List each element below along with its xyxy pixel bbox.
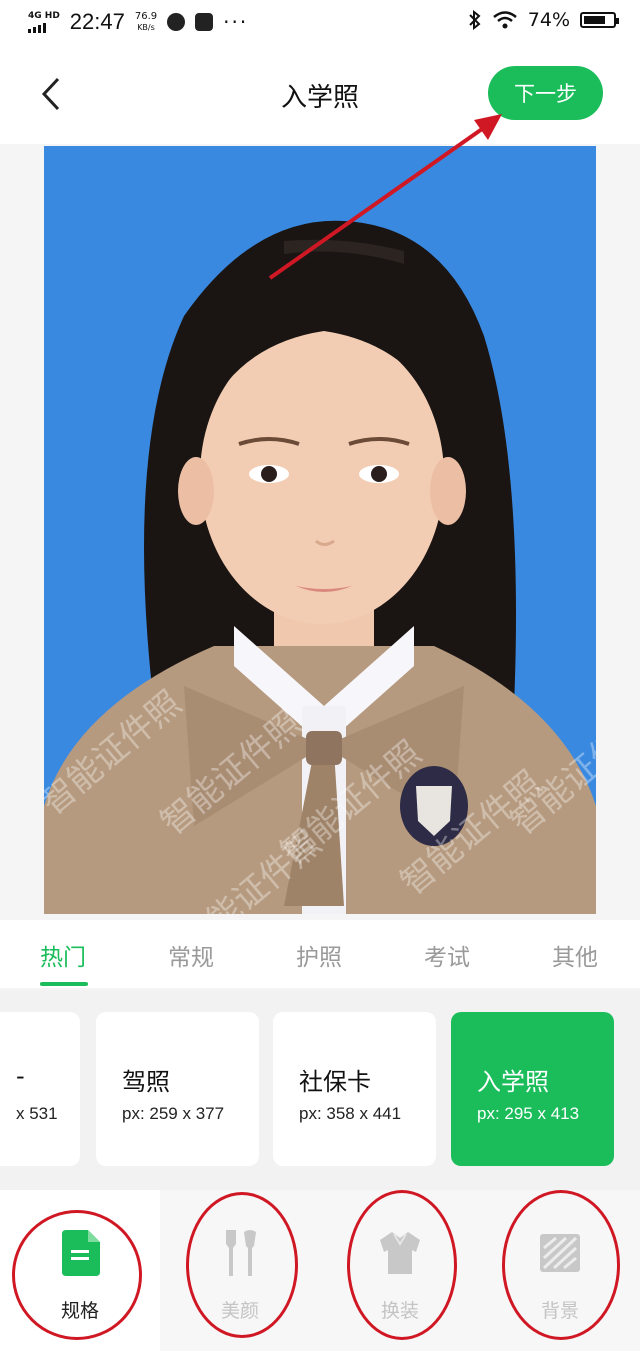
outfit-shirt-icon bbox=[380, 1232, 420, 1274]
size-card[interactable]: 社保卡 px: 358 x 441 bbox=[273, 1012, 436, 1166]
size-card-name: - bbox=[16, 1062, 25, 1090]
beauty-brush-icon bbox=[226, 1230, 256, 1276]
category-tabs: 热门 常规 护照 考试 其他 bbox=[0, 920, 640, 988]
more-notifications: ··· bbox=[223, 10, 249, 34]
tool-label: 美颜 bbox=[220, 1300, 259, 1322]
status-left: 4G HD 22:47 76.9 KB/s ··· bbox=[28, 9, 248, 35]
tool-spec[interactable]: 规格 bbox=[0, 1190, 160, 1351]
wifi-icon bbox=[492, 11, 517, 29]
network-label: 4G HD bbox=[28, 11, 60, 21]
tool-outfit[interactable]: 换装 bbox=[320, 1190, 480, 1351]
tool-background[interactable]: 背景 bbox=[480, 1190, 640, 1351]
size-card[interactable]: 驾照 px: 259 x 377 bbox=[96, 1012, 259, 1166]
status-time: 22:47 bbox=[69, 9, 125, 34]
tool-beauty[interactable]: 美颜 bbox=[160, 1190, 320, 1351]
tab-exam[interactable]: 考试 bbox=[424, 938, 470, 972]
tab-hot[interactable]: 热门 bbox=[40, 938, 86, 972]
tab-passport[interactable]: 护照 bbox=[296, 938, 342, 972]
spec-document-icon bbox=[62, 1230, 100, 1276]
size-card-px: px: 259 x 377 bbox=[122, 1104, 225, 1123]
battery-icon bbox=[580, 12, 619, 28]
bottom-toolbar: 规格 美颜 换装 背景 bbox=[0, 1190, 640, 1351]
size-card-name: 社保卡 bbox=[299, 1068, 371, 1096]
tool-label: 背景 bbox=[540, 1300, 579, 1322]
size-card[interactable]: - x 531 bbox=[0, 1012, 80, 1166]
size-card-name: 入学照 bbox=[477, 1068, 549, 1096]
tool-label: 规格 bbox=[60, 1300, 99, 1322]
tab-other[interactable]: 其他 bbox=[552, 938, 598, 972]
size-card-name: 驾照 bbox=[122, 1068, 170, 1096]
app-notification-icon bbox=[167, 13, 186, 31]
size-card-px: px: 358 x 441 bbox=[299, 1104, 402, 1123]
bluetooth-icon bbox=[469, 10, 481, 30]
size-card-list[interactable]: - x 531 驾照 px: 259 x 377 社保卡 px: 358 x 4… bbox=[0, 990, 640, 1190]
app-notification-icon-2 bbox=[195, 13, 214, 31]
annotation-arrow-icon bbox=[268, 114, 502, 280]
size-card-selected[interactable]: 入学照 px: 295 x 413 bbox=[451, 1012, 614, 1166]
speed-value: 76.9 bbox=[134, 11, 158, 22]
size-card-px: px: 295 x 413 bbox=[477, 1104, 580, 1123]
background-hatch-icon bbox=[540, 1234, 580, 1272]
size-card-px: x 531 bbox=[16, 1104, 58, 1123]
tool-label: 换装 bbox=[380, 1300, 419, 1322]
active-tab-indicator bbox=[40, 982, 88, 986]
network-speed: 76.9 KB/s bbox=[135, 11, 157, 33]
tab-regular[interactable]: 常规 bbox=[168, 938, 214, 972]
battery-percent: 74% bbox=[527, 9, 570, 31]
network-indicator: 4G HD bbox=[28, 11, 60, 33]
speed-unit: KB/s bbox=[137, 23, 155, 32]
signal-icon bbox=[28, 23, 60, 33]
status-right: 74% bbox=[468, 9, 619, 31]
status-bar: 4G HD 22:47 76.9 KB/s ··· 74% bbox=[0, 0, 640, 44]
